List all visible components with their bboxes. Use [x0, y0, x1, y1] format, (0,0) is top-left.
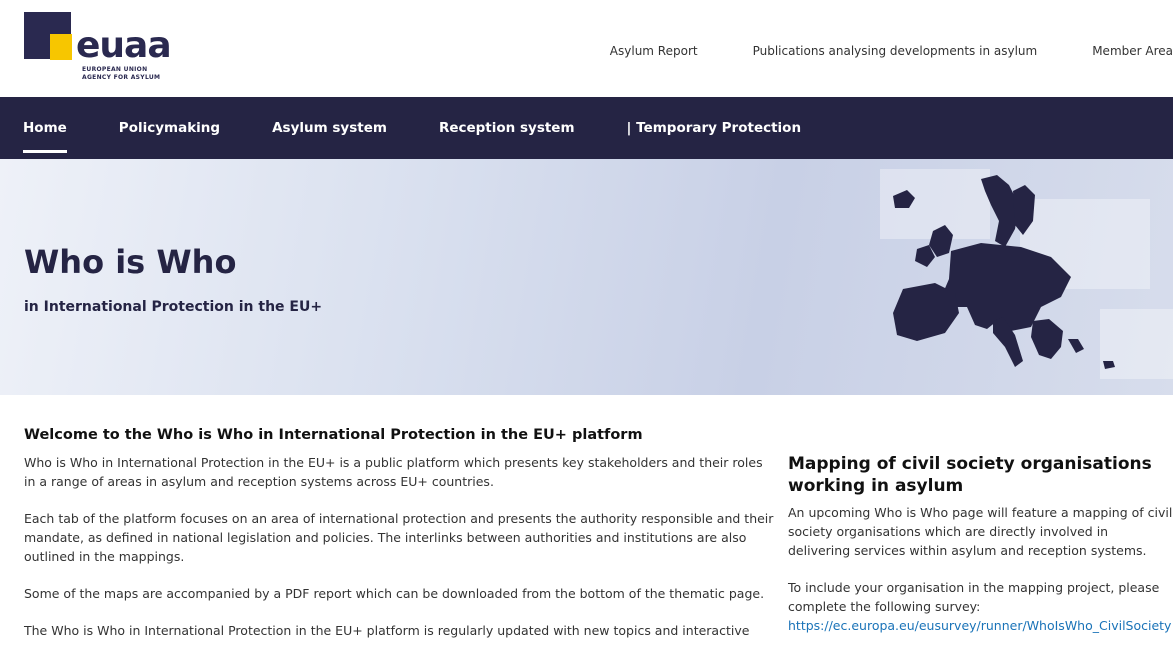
survey-link[interactable]: https://ec.europa.eu/eusurvey/runner/Who…: [788, 618, 1171, 633]
welcome-paragraph: The Who is Who in International Protecti…: [24, 623, 750, 638]
top-link-asylum-report[interactable]: Asylum Report: [610, 44, 698, 58]
survey-paragraph: To include your organisation in the mapp…: [788, 580, 1160, 614]
civil-society-panel: Mapping of civil society organisations w…: [788, 453, 1173, 653]
hero-banner: Who is Who in International Protection i…: [0, 159, 1173, 395]
logo-subline-1: EUROPEAN UNION: [82, 66, 148, 73]
logo-subline-2: AGENCY FOR ASYLUM: [82, 74, 161, 81]
welcome-paragraph: Who is Who in International Protection i…: [24, 455, 763, 489]
main-nav: Home Policymaking Asylum system Receptio…: [0, 97, 1173, 159]
civil-society-heading: Mapping of civil society organisations w…: [788, 454, 1152, 496]
nav-item-reception-system[interactable]: Reception system: [439, 97, 575, 159]
logo-wordmark: euaa: [76, 25, 172, 66]
hero-subtitle: in International Protection in the EU+: [24, 299, 323, 315]
top-link-member-area[interactable]: Member Area: [1092, 44, 1173, 58]
welcome-paragraph: Each tab of the platform focuses on an a…: [24, 511, 774, 564]
nav-item-asylum-system[interactable]: Asylum system: [272, 97, 387, 159]
logo-yellow-square: [50, 34, 72, 60]
top-links: Asylum Report Publications analysing dev…: [555, 44, 1173, 58]
europe-map-icon: [893, 175, 1115, 369]
welcome-heading: Welcome to the Who is Who in Internation…: [24, 427, 643, 443]
nav-item-temporary-protection[interactable]: | Temporary Protection: [627, 97, 802, 159]
top-header: euaa EUROPEAN UNION AGENCY FOR ASYLUM As…: [0, 0, 1173, 97]
welcome-paragraph: Some of the maps are accompanied by a PD…: [24, 586, 765, 601]
top-link-publications[interactable]: Publications analysing developments in a…: [753, 44, 1038, 58]
nav-item-home[interactable]: Home: [23, 97, 67, 159]
hero-title: Who is Who: [24, 243, 237, 281]
nav-item-policymaking[interactable]: Policymaking: [119, 97, 220, 159]
civil-society-paragraph: An upcoming Who is Who page will feature…: [788, 505, 1173, 558]
euaa-logo[interactable]: euaa EUROPEAN UNION AGENCY FOR ASYLUM: [24, 12, 184, 92]
welcome-body: Who is Who in International Protection i…: [24, 453, 776, 658]
